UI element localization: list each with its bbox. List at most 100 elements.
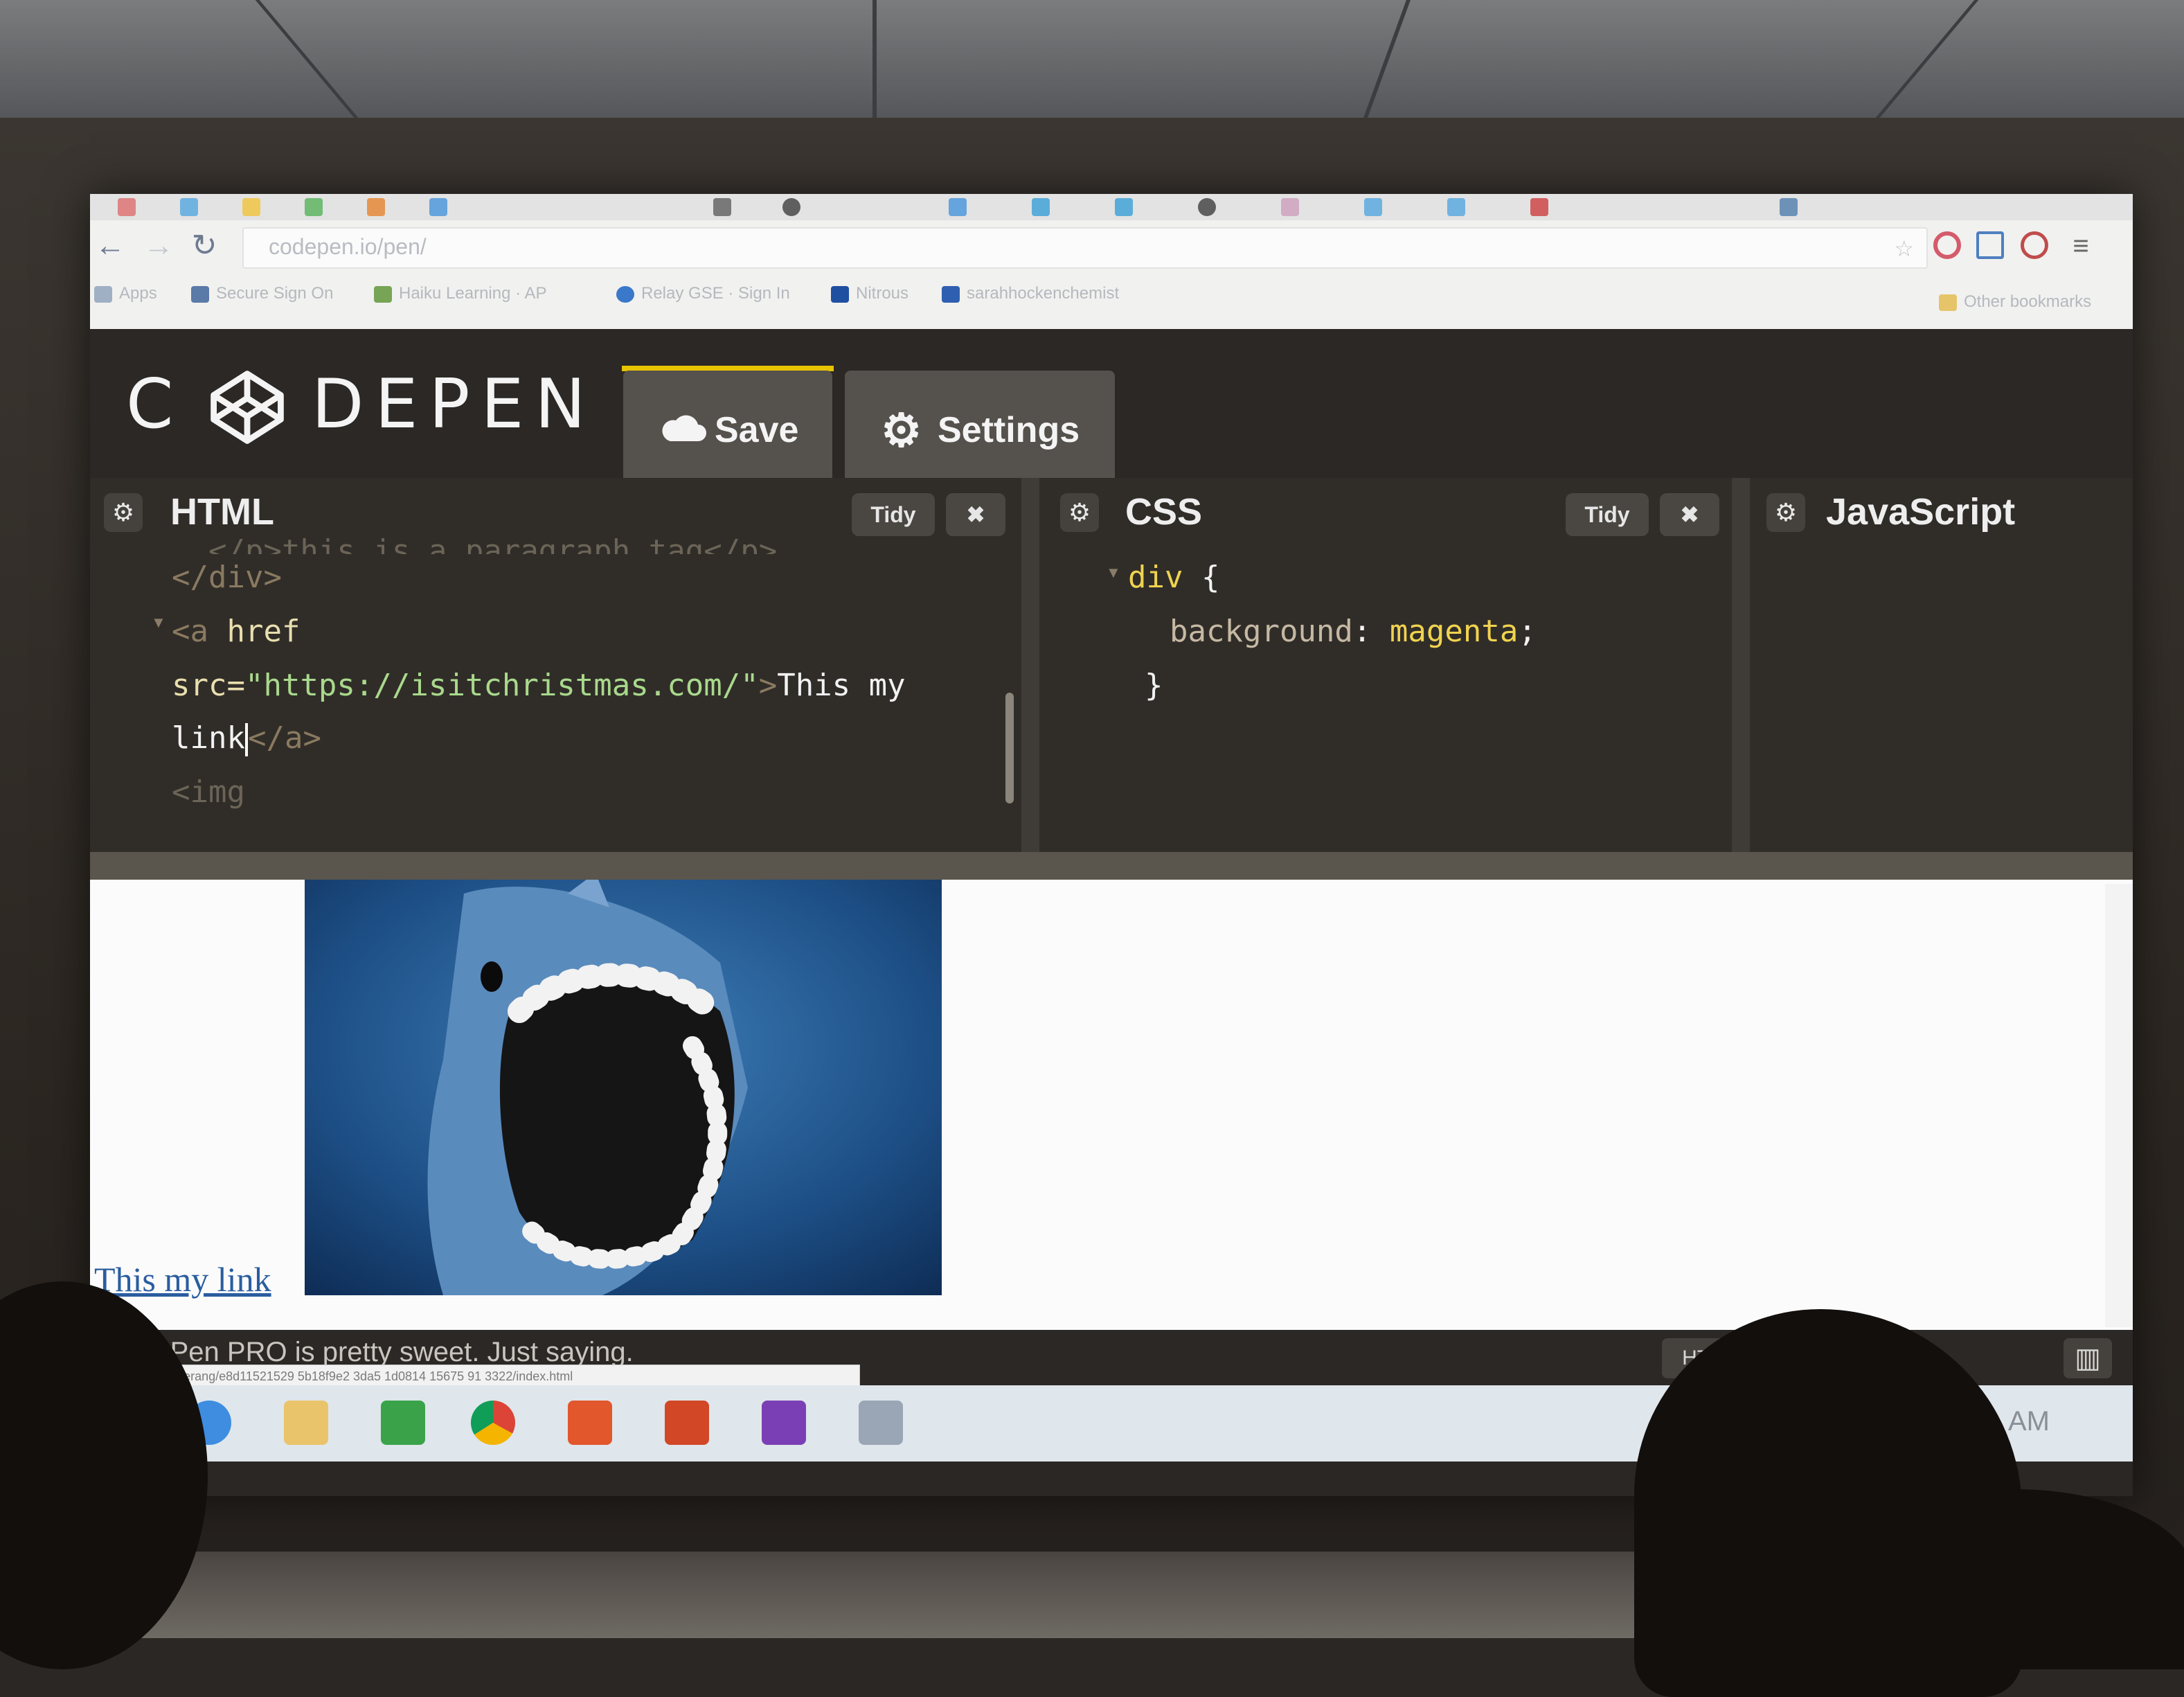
fold-arrow-icon[interactable]: ▼ bbox=[151, 614, 166, 632]
codepen-header: C DEPEN Save ⚙ Settings bbox=[90, 329, 2133, 481]
back-arrow-icon[interactable]: ← bbox=[93, 229, 127, 263]
css-editor-panel: ⚙ CSS Tidy ✖ ▼ div { background: magenta… bbox=[1039, 478, 1732, 852]
css-panel-header: ⚙ CSS Tidy ✖ bbox=[1039, 478, 1732, 540]
cloud-icon bbox=[662, 415, 706, 441]
forward-arrow-icon[interactable]: → bbox=[141, 229, 176, 263]
bookmark-nitrous[interactable]: Nitrous bbox=[831, 284, 908, 303]
tab-icon[interactable] bbox=[1032, 198, 1050, 216]
footer-message: CodePen PRO is pretty sweet. Just saying… bbox=[104, 1337, 634, 1367]
store-icon[interactable] bbox=[381, 1401, 425, 1445]
code-line: <a href bbox=[172, 614, 301, 649]
drive-tab-icon[interactable] bbox=[305, 198, 323, 216]
css-close-button[interactable]: ✖ bbox=[1660, 493, 1719, 536]
html-panel-header: ⚙ HTML Tidy ✖ bbox=[90, 478, 1021, 540]
shark-image bbox=[305, 880, 942, 1295]
folder-icon bbox=[1939, 294, 1957, 311]
code-line: src="https://isitchristmas.com/">This my bbox=[172, 668, 906, 703]
toolbar: ← → ↻ codepen.io/pen/ ☆ ≡ bbox=[90, 220, 2133, 276]
gear-icon: ⚙ bbox=[881, 405, 922, 456]
panel-resizer[interactable] bbox=[1021, 478, 1039, 852]
extension-icon[interactable] bbox=[2021, 231, 2048, 259]
code-line: } bbox=[1145, 668, 1163, 703]
chrome-icon[interactable] bbox=[471, 1401, 515, 1445]
taskbar-clock: AM bbox=[2008, 1406, 2050, 1437]
html-panel-title: HTML bbox=[170, 491, 274, 533]
office-icon[interactable] bbox=[665, 1401, 709, 1445]
html-tidy-button[interactable]: Tidy bbox=[852, 493, 935, 536]
codepen-cube-icon bbox=[211, 371, 284, 444]
reload-icon[interactable]: ↻ bbox=[187, 229, 222, 263]
star-icon[interactable]: ☆ bbox=[1894, 236, 1914, 262]
html-editor-scrollbar[interactable] bbox=[1005, 693, 1014, 803]
github-tab-icon[interactable] bbox=[1198, 198, 1216, 216]
excel-icon[interactable] bbox=[859, 1401, 903, 1445]
address-bar-url: codepen.io/pen/ bbox=[269, 234, 427, 259]
cloud-link-icon bbox=[191, 285, 209, 303]
css-tidy-button[interactable]: Tidy bbox=[1566, 493, 1649, 536]
bookmarks-bar: Apps Secure Sign On Haiku Learning · AP … bbox=[90, 276, 2133, 317]
twitter-tab-icon[interactable] bbox=[1447, 198, 1465, 216]
preview-link[interactable]: This my link bbox=[94, 1259, 271, 1299]
css-panel-title: CSS bbox=[1125, 491, 1203, 533]
github-tab-icon[interactable] bbox=[782, 198, 800, 216]
v-logo-icon bbox=[942, 285, 960, 303]
ceiling-seam bbox=[255, 0, 359, 118]
tab-icon[interactable] bbox=[367, 198, 385, 216]
keep-tab-icon[interactable] bbox=[242, 198, 260, 216]
media-player-icon[interactable] bbox=[568, 1401, 612, 1445]
code-line: <img bbox=[172, 774, 245, 810]
file-explorer-icon[interactable] bbox=[284, 1401, 328, 1445]
code-line: background: magenta; bbox=[1170, 614, 1537, 649]
bookmark-sarahhockenchemist[interactable]: sarahhockenchemist bbox=[942, 284, 1119, 303]
panel-resizer[interactable] bbox=[1732, 478, 1750, 852]
bookmark-secure-sign-on[interactable]: Secure Sign On bbox=[191, 284, 333, 303]
gmail-tab-icon[interactable] bbox=[118, 198, 136, 216]
html-close-button[interactable]: ✖ bbox=[946, 493, 1005, 536]
cast-icon[interactable] bbox=[1976, 231, 2004, 259]
tab-icon[interactable] bbox=[429, 198, 447, 216]
preview-scrollbar[interactable] bbox=[2105, 884, 2133, 1327]
js-panel-header: ⚙ JavaScript bbox=[1750, 478, 2133, 540]
address-bar[interactable]: codepen.io/pen/ ☆ bbox=[242, 227, 1928, 269]
code-line: link</a> bbox=[172, 720, 321, 756]
preview-resize-bar[interactable] bbox=[90, 852, 2133, 880]
ceiling-seam bbox=[1875, 0, 1979, 118]
fold-arrow-icon[interactable]: ▼ bbox=[1106, 564, 1121, 582]
twitter-tab-icon[interactable] bbox=[1364, 198, 1382, 216]
settings-button[interactable]: ⚙ Settings bbox=[845, 371, 1115, 481]
js-editor-panel: ⚙ JavaScript bbox=[1750, 478, 2133, 852]
js-panel-title: JavaScript bbox=[1826, 491, 2016, 533]
bookmark-relay-gse[interactable]: Relay GSE · Sign In bbox=[616, 284, 790, 303]
nitrous-icon bbox=[831, 285, 849, 303]
bookmark-apps[interactable]: Apps bbox=[94, 284, 157, 303]
twitter-tab-icon[interactable] bbox=[180, 198, 198, 216]
apps-grid-icon bbox=[94, 285, 112, 303]
bookmark-haiku-learning[interactable]: Haiku Learning · AP bbox=[374, 284, 546, 303]
relay-icon bbox=[616, 285, 634, 303]
preview-pane: This my link bbox=[90, 880, 2133, 1330]
projected-screen: ← → ↻ codepen.io/pen/ ☆ ≡ Apps Secure Si… bbox=[90, 194, 2133, 1496]
ceiling-seam bbox=[1363, 0, 1411, 118]
html-settings-gear-icon[interactable]: ⚙ bbox=[104, 493, 143, 532]
code-line: </p>this is a paragraph tag</p> bbox=[172, 533, 778, 554]
tab-icon[interactable] bbox=[1780, 198, 1798, 216]
js-settings-gear-icon[interactable]: ⚙ bbox=[1766, 493, 1805, 532]
tab-icon[interactable] bbox=[1530, 198, 1548, 216]
onenote-icon[interactable] bbox=[762, 1401, 806, 1445]
layout-icon[interactable]: ▥ bbox=[2064, 1338, 2112, 1378]
tab-icon[interactable] bbox=[1281, 198, 1299, 216]
save-button[interactable]: Save bbox=[623, 371, 832, 481]
html-editor-panel: ⚙ HTML Tidy ✖ </p>this is a paragraph ta… bbox=[90, 478, 1021, 852]
tab-icon[interactable] bbox=[713, 198, 731, 216]
css-settings-gear-icon[interactable]: ⚙ bbox=[1060, 493, 1099, 532]
tab-icon[interactable] bbox=[949, 198, 967, 216]
code-line: div { bbox=[1128, 560, 1220, 595]
tab-icon[interactable] bbox=[1115, 198, 1133, 216]
room-ceiling bbox=[0, 0, 2184, 118]
menu-icon[interactable]: ≡ bbox=[2064, 229, 2098, 263]
editor-panels: ⚙ HTML Tidy ✖ </p>this is a paragraph ta… bbox=[90, 478, 2133, 852]
ceiling-seam bbox=[872, 0, 877, 118]
bookmark-other[interactable]: Other bookmarks bbox=[1939, 292, 2091, 312]
code-line: </div> bbox=[172, 560, 282, 595]
extension-icon[interactable] bbox=[1933, 231, 1961, 259]
